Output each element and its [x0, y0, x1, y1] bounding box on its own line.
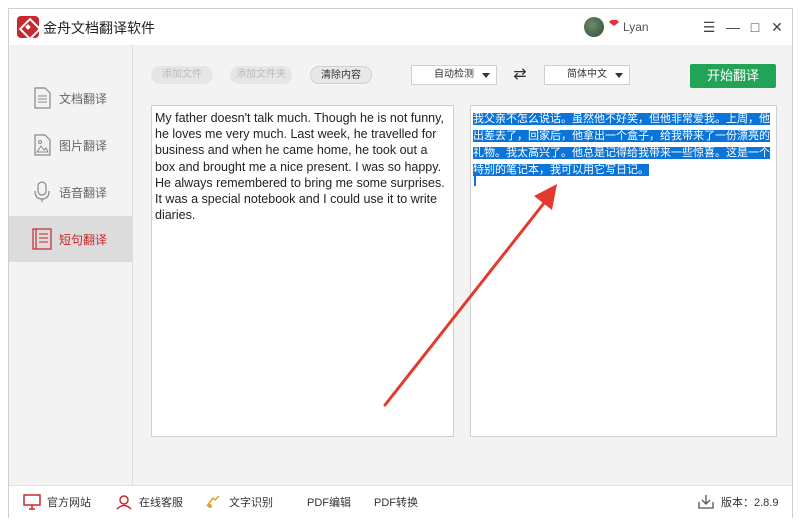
pdf-convert-label: PDF转换 — [374, 497, 418, 509]
minimize-button[interactable]: — — [723, 17, 743, 37]
pdf-edit-label: PDF编辑 — [307, 497, 351, 509]
app-logo-icon — [17, 16, 39, 38]
document-icon — [31, 87, 53, 109]
official-website-label: 官方网站 — [47, 497, 91, 509]
source-text-area[interactable]: My father doesn't talk much. Though he i… — [151, 105, 454, 437]
avatar[interactable] — [584, 17, 604, 37]
translated-text-selection: 我父亲不怎么说话。虽然他不好笑，但他非常爱我。上周，他出差去了，回家后，他拿出一… — [473, 111, 774, 179]
sidebar-item-voice-translate[interactable]: 语音翻译 — [9, 169, 133, 215]
sidebar-item-label: 图片翻译 — [59, 138, 108, 153]
version-label: 版本：2.8.9 — [721, 497, 779, 509]
text-cursor — [474, 172, 476, 186]
menu-button[interactable]: ☰ — [699, 17, 719, 37]
ocr-label: 文字识别 — [229, 497, 273, 509]
target-language-select[interactable]: 简体中文 — [544, 65, 630, 85]
version-info: 版本：2.8.9 — [697, 494, 778, 510]
target-language-value: 简体中文 — [567, 69, 607, 80]
chevron-down-icon — [482, 73, 490, 78]
clear-content-button[interactable]: 清除内容 — [310, 66, 372, 84]
add-file-button[interactable]: 添加文件 — [151, 66, 213, 84]
translated-text: 我父亲不怎么说话。虽然他不好笑，但他非常爱我。上周，他出差去了，回家后，他拿出一… — [473, 113, 770, 176]
username[interactable]: Lyan — [623, 20, 649, 34]
monitor-icon — [23, 494, 41, 510]
title-bar: 金舟文档翻译软件 Lyan ☰ — □ ✕ — [9, 9, 792, 45]
sidebar-item-label: 短句翻译 — [59, 232, 108, 247]
scan-text-icon — [205, 494, 223, 510]
ocr-link[interactable]: 文字识别 — [205, 494, 273, 510]
download-icon — [697, 494, 715, 510]
user-support-icon — [115, 494, 133, 510]
add-folder-button[interactable]: 添加文件夹 — [230, 66, 292, 84]
sidebar: 文档翻译 图片翻译 语音翻译 短句翻译 — [9, 45, 133, 485]
maximize-button[interactable]: □ — [745, 17, 765, 37]
pdf-edit-link[interactable]: PDF编辑 — [307, 494, 351, 510]
microphone-icon — [31, 181, 53, 203]
online-support-link[interactable]: 在线客服 — [115, 494, 183, 510]
source-text: My father doesn't talk much. Though he i… — [155, 111, 445, 223]
sidebar-item-document-translate[interactable]: 文档翻译 — [9, 75, 133, 121]
sidebar-item-sentence-translate[interactable]: 短句翻译 — [9, 216, 133, 262]
target-text-area[interactable]: 我父亲不怎么说话。虽然他不好笑，但他非常爱我。上周，他出差去了，回家后，他拿出一… — [470, 105, 777, 437]
text-lines-icon — [31, 228, 53, 250]
app-title: 金舟文档翻译软件 — [43, 20, 155, 36]
chevron-down-icon — [615, 73, 623, 78]
vip-diamond-icon — [609, 20, 619, 30]
source-language-select[interactable]: 自动检测 — [411, 65, 497, 85]
swap-languages-icon[interactable]: ⇄ — [511, 66, 529, 84]
sidebar-item-label: 语音翻译 — [59, 185, 108, 200]
close-button[interactable]: ✕ — [767, 17, 787, 37]
pdf-convert-link[interactable]: PDF转换 — [374, 494, 418, 510]
online-support-label: 在线客服 — [139, 497, 183, 509]
official-website-link[interactable]: 官方网站 — [23, 494, 91, 510]
sidebar-item-label: 文档翻译 — [59, 91, 108, 106]
start-translate-button[interactable]: 开始翻译 — [690, 64, 776, 88]
app-window: 金舟文档翻译软件 Lyan ☰ — □ ✕ 文档翻译 图片翻译 语音翻译 短句翻… — [8, 8, 793, 519]
sidebar-item-image-translate[interactable]: 图片翻译 — [9, 122, 133, 168]
source-language-value: 自动检测 — [434, 69, 474, 80]
image-icon — [31, 134, 53, 156]
footer: 官方网站 在线客服 文字识别 PDF编辑 PDF转换 版本：2.8.9 — [9, 485, 792, 519]
